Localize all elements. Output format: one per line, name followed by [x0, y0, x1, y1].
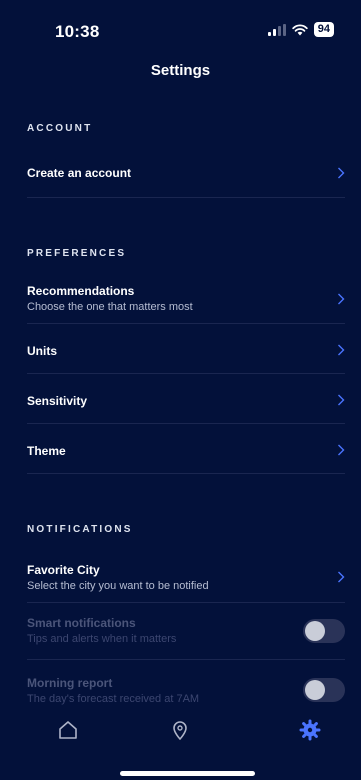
chevron-right-icon — [338, 344, 345, 356]
row-label: Create an account — [27, 166, 132, 180]
home-icon[interactable] — [56, 718, 80, 742]
chevron-right-icon — [338, 167, 345, 179]
row-subtitle: Choose the one that matters most — [27, 301, 193, 313]
cellular-signal-icon — [267, 23, 286, 36]
row-label: Sensitivity — [27, 394, 88, 408]
smart-notifications-toggle[interactable] — [303, 619, 345, 643]
toggle-knob — [305, 621, 325, 641]
page-title: Settings — [150, 62, 211, 79]
row-subtitle: Tips and alerts when it matters — [27, 633, 177, 645]
tab-bar — [0, 718, 361, 758]
row-label: Smart notifications — [27, 616, 136, 630]
morning-report-toggle[interactable] — [303, 678, 345, 702]
settings-row-smart-notifications: Smart notifications Tips and alerts when… — [27, 603, 345, 660]
location-pin-icon[interactable] — [168, 718, 192, 742]
settings-row-theme[interactable]: Theme — [27, 424, 345, 474]
settings-row-create-account[interactable]: Create an account — [27, 158, 345, 198]
chevron-right-icon — [338, 571, 345, 583]
row-label: Theme — [27, 444, 66, 458]
section-header-account: ACCOUNT — [27, 123, 93, 134]
settings-row-favorite-city[interactable]: Favorite City Select the city you want t… — [27, 556, 345, 603]
status-bar: 10:38 94 — [0, 0, 361, 50]
chevron-right-icon — [338, 394, 345, 406]
chevron-right-icon — [338, 293, 345, 305]
row-label: Units — [27, 344, 57, 358]
status-icons: 94 — [267, 22, 334, 37]
row-subtitle: The day's forecast received at 7AM — [27, 693, 200, 705]
row-label: Morning report — [27, 676, 113, 690]
battery-indicator: 94 — [313, 22, 334, 37]
home-indicator — [120, 771, 255, 776]
section-header-notifications: NOTIFICATIONS — [27, 524, 133, 535]
row-label: Recommendations — [27, 284, 135, 298]
chevron-right-icon — [338, 444, 345, 456]
row-label: Favorite City — [27, 563, 100, 577]
row-subtitle: Select the city you want to be notified — [27, 580, 209, 592]
settings-row-recommendations[interactable]: Recommendations Choose the one that matt… — [27, 278, 345, 324]
settings-row-units[interactable]: Units — [27, 324, 345, 374]
section-header-preferences: PREFERENCES — [27, 248, 127, 259]
settings-row-morning-report: Morning report The day's forecast receiv… — [27, 660, 345, 712]
status-time: 10:38 — [55, 22, 100, 41]
settings-gear-icon[interactable] — [298, 718, 322, 742]
settings-row-sensitivity[interactable]: Sensitivity — [27, 374, 345, 424]
toggle-knob — [305, 680, 325, 700]
wifi-icon — [292, 23, 308, 35]
